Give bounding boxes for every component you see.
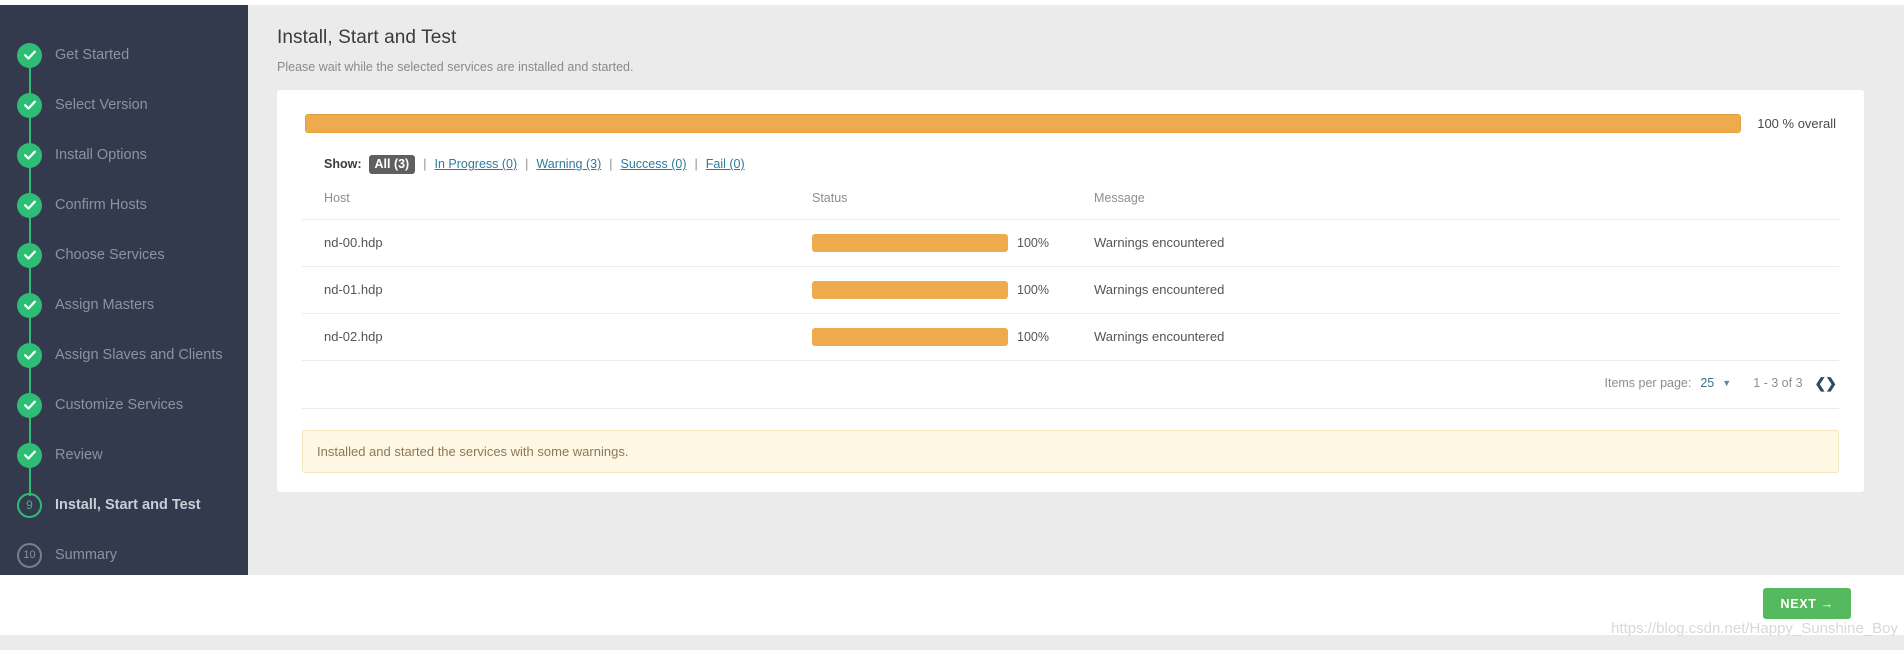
check-icon xyxy=(17,292,42,318)
cell-status: 100% xyxy=(812,313,1090,361)
filter-fail[interactable]: Fail (0) xyxy=(706,157,745,171)
row-percent-label: 100% xyxy=(1017,235,1049,250)
sidebar-item-label: Assign Masters xyxy=(55,297,155,313)
pagination: Items per page: 25 ▼ 1 - 3 of 3 ❮❯ xyxy=(302,361,1839,409)
sidebar-item-label: Install Options xyxy=(55,147,147,163)
table-row[interactable]: nd-01.hdp 100% Warnings encountered xyxy=(302,266,1839,314)
filter-separator: | xyxy=(423,157,427,172)
row-progress-bar xyxy=(812,327,1008,346)
table-row[interactable]: nd-00.hdp 100% Warnings encountered xyxy=(302,219,1839,267)
wizard-footer: NEXT → xyxy=(0,575,1904,635)
status-alert: Installed and started the services with … xyxy=(302,429,1839,473)
chevron-down-icon[interactable]: ▼ xyxy=(1722,378,1731,388)
sidebar-item-label: Install, Start and Test xyxy=(55,497,201,513)
filter-in-progress[interactable]: In Progress (0) xyxy=(434,157,517,171)
status-alert-message: Installed and started the services with … xyxy=(317,443,629,459)
wizard-step-list: Get Started Select Version Install Optio… xyxy=(0,30,248,575)
check-icon xyxy=(17,92,42,118)
host-status-table: Host Status Message nd-00.hdp 100% Warni… xyxy=(302,190,1839,361)
cell-host: nd-02.hdp xyxy=(302,313,812,361)
overall-progress-fill xyxy=(306,115,1741,132)
overall-progress-bar xyxy=(305,114,1742,133)
status-filter-row: Show: All (3) | In Progress (0) | Warnin… xyxy=(302,155,1839,174)
page-title: Install, Start and Test xyxy=(277,27,457,48)
check-icon xyxy=(17,342,42,368)
check-icon xyxy=(17,42,42,68)
row-progress: 100% xyxy=(812,280,1090,299)
sidebar-item-label: Review xyxy=(55,447,103,463)
bottom-strip xyxy=(0,635,1904,650)
sidebar-item-review[interactable]: Review xyxy=(0,430,248,496)
check-icon xyxy=(17,142,42,168)
items-per-page-label: Items per page: xyxy=(1604,376,1692,390)
filter-separator: | xyxy=(694,157,698,172)
table-head: Host Status Message xyxy=(302,190,1839,220)
sidebar-item-install-options[interactable]: Install Options xyxy=(0,130,248,196)
row-progress-fill xyxy=(812,233,1008,252)
column-header-host[interactable]: Host xyxy=(302,190,812,220)
row-progress: 100% xyxy=(812,327,1090,346)
cell-message: Warnings encountered xyxy=(1090,313,1839,361)
sidebar-item-label: Choose Services xyxy=(55,247,165,263)
row-progress: 100% xyxy=(812,233,1090,252)
sidebar-item-choose-services[interactable]: Choose Services xyxy=(0,230,248,296)
install-progress-card: 100 % overall Show: All (3) | In Progres… xyxy=(277,90,1864,492)
ambari-install-wizard-page: Get Started Select Version Install Optio… xyxy=(0,0,1904,650)
sidebar-item-assign-masters[interactable]: Assign Masters xyxy=(0,280,248,346)
sidebar-item-assign-slaves-and-clients[interactable]: Assign Slaves and Clients xyxy=(0,330,248,396)
sidebar-item-customize-services[interactable]: Customize Services xyxy=(0,380,248,446)
cell-host: nd-01.hdp xyxy=(302,266,812,314)
sidebar-item-summary[interactable]: 10 Summary xyxy=(0,530,248,575)
next-button[interactable]: NEXT → xyxy=(1763,588,1851,619)
row-progress-bar xyxy=(812,280,1008,299)
check-icon xyxy=(17,392,42,418)
filter-separator: | xyxy=(525,157,529,172)
sidebar-item-label: Summary xyxy=(55,547,118,563)
sidebar-item-get-started[interactable]: Get Started xyxy=(0,30,248,96)
sidebar-item-label: Assign Slaves and Clients xyxy=(55,347,223,363)
table-body: nd-00.hdp 100% Warnings encountered nd-0… xyxy=(302,219,1839,361)
step-number-badge: 9 xyxy=(17,492,42,518)
chevron-left-icon[interactable]: ❮ xyxy=(1815,375,1827,391)
sidebar-item-label: Confirm Hosts xyxy=(55,197,147,213)
page-subtitle: Please wait while the selected services … xyxy=(277,60,634,74)
cell-status: 100% xyxy=(812,266,1090,314)
pagination-arrows: ❮❯ xyxy=(1815,375,1837,392)
step-number-badge: 10 xyxy=(17,542,42,568)
filter-success[interactable]: Success (0) xyxy=(621,157,687,171)
column-header-status[interactable]: Status xyxy=(812,190,1090,220)
show-label: Show: xyxy=(324,157,362,172)
sidebar-item-label: Get Started xyxy=(55,47,130,63)
row-progress-fill xyxy=(812,280,1008,299)
sidebar-item-label: Select Version xyxy=(55,97,148,113)
check-icon xyxy=(17,192,42,218)
cell-host: nd-00.hdp xyxy=(302,219,812,267)
main-content: Install, Start and Test Please wait whil… xyxy=(248,5,1904,575)
table-row[interactable]: nd-02.hdp 100% Warnings encountered xyxy=(302,313,1839,361)
items-per-page-value[interactable]: 25 xyxy=(1700,376,1714,390)
pagination-range: 1 - 3 of 3 xyxy=(1753,376,1803,390)
row-percent-label: 100% xyxy=(1017,329,1049,344)
filter-all[interactable]: All (3) xyxy=(368,155,416,174)
overall-progress-row: 100 % overall xyxy=(302,114,1839,133)
overall-progress-label: 100 % overall xyxy=(1757,116,1836,131)
check-icon xyxy=(17,442,42,468)
check-icon xyxy=(17,242,42,268)
chevron-right-icon[interactable]: ❯ xyxy=(1825,375,1837,391)
row-progress-bar xyxy=(812,233,1008,252)
sidebar-item-label: Customize Services xyxy=(55,397,184,413)
cell-message: Warnings encountered xyxy=(1090,219,1839,267)
cell-status: 100% xyxy=(812,219,1090,267)
filter-warning[interactable]: Warning (3) xyxy=(536,157,601,171)
row-percent-label: 100% xyxy=(1017,282,1049,297)
sidebar-item-confirm-hosts[interactable]: Confirm Hosts xyxy=(0,180,248,246)
column-header-message[interactable]: Message xyxy=(1090,190,1839,220)
sidebar-item-install-start-and-test[interactable]: 9 Install, Start and Test xyxy=(0,480,248,530)
cell-message: Warnings encountered xyxy=(1090,266,1839,314)
wizard-sidebar: Get Started Select Version Install Optio… xyxy=(0,5,248,575)
sidebar-item-select-version[interactable]: Select Version xyxy=(0,80,248,146)
row-progress-fill xyxy=(812,327,1008,346)
table-header-row: Host Status Message xyxy=(302,190,1839,220)
filter-separator: | xyxy=(609,157,613,172)
